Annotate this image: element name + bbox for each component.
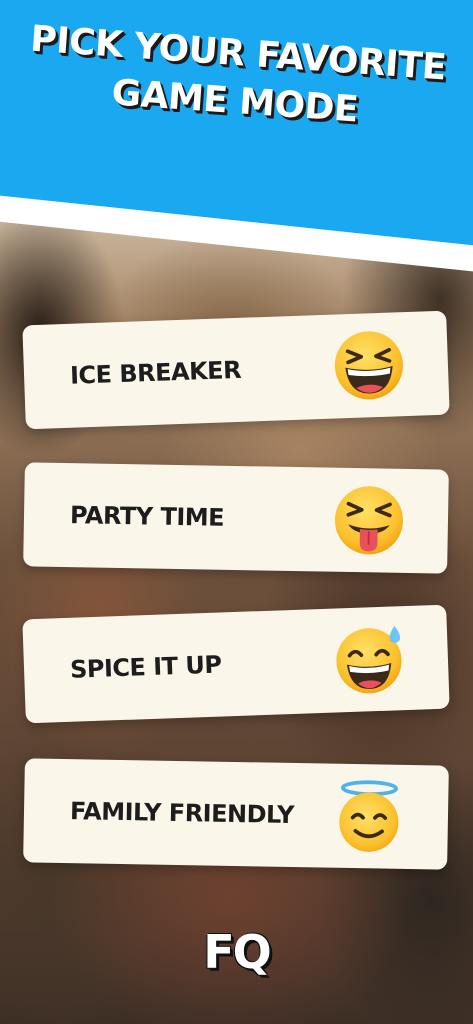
mode-label: ICE BREAKER bbox=[69, 355, 242, 390]
mode-card-party-time[interactable]: PARTY TIME bbox=[23, 462, 449, 574]
mode-label: PARTY TIME bbox=[69, 501, 225, 532]
mode-label: SPICE IT UP bbox=[69, 650, 222, 684]
mode-card-family-friendly[interactable]: FAMILY FRIENDLY bbox=[23, 758, 449, 870]
mode-label: FAMILY FRIENDLY bbox=[69, 797, 295, 830]
mode-card-spice-it-up[interactable]: SPICE IT UP bbox=[22, 604, 450, 724]
grinning-squinting-face-icon bbox=[334, 331, 403, 400]
mode-card-ice-breaker[interactable]: ICE BREAKER bbox=[22, 310, 450, 430]
app-logo: FQ bbox=[203, 925, 272, 979]
smiling-face-with-halo-icon bbox=[339, 780, 399, 852]
squinting-face-with-tongue-icon bbox=[334, 486, 404, 555]
grinning-face-with-sweat-icon bbox=[336, 625, 402, 694]
